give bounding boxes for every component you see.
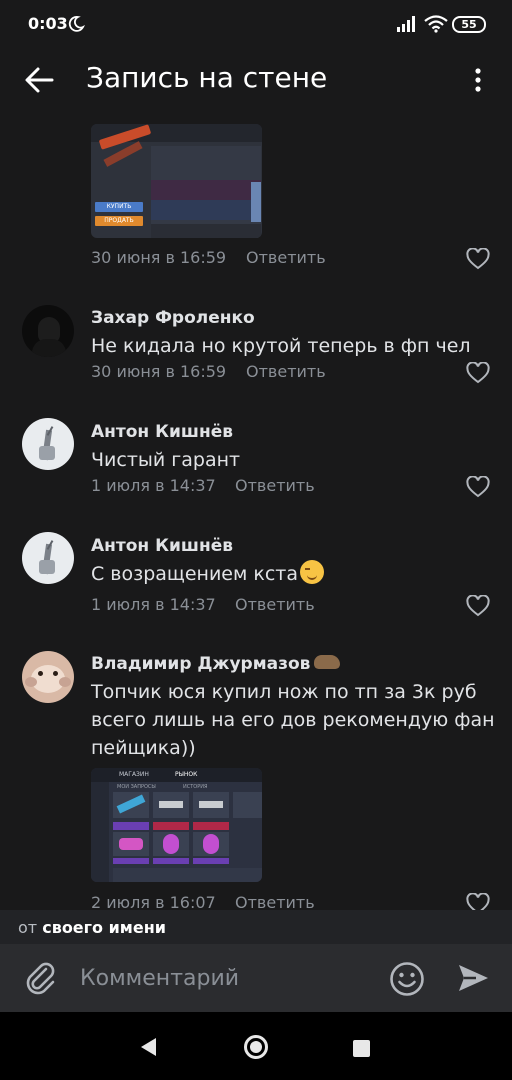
comment-text: С возращением кста [91, 560, 324, 588]
comment-text-line: всего лишь на его дов рекомендую фан [91, 709, 495, 731]
reply-link[interactable]: Ответить [235, 476, 315, 495]
screenshot-market-label: РЫНОК [175, 771, 198, 778]
like-heart-icon[interactable] [466, 248, 490, 270]
comment-text-line: Топчик юся купил нож по тп за 3к руб [91, 681, 477, 703]
nav-back-triangle-icon[interactable] [138, 1036, 158, 1058]
page-title: Запись на стене [86, 61, 328, 94]
comment-date: 2 июля в 16:07 [91, 893, 216, 910]
comment-text: Не кидала но крутой теперь в фп чел [91, 335, 471, 357]
avatar[interactable] [22, 532, 74, 584]
comment-author[interactable]: Захар Фроленко [91, 308, 255, 328]
emoji-smile-icon[interactable] [389, 961, 425, 997]
comment-list[interactable]: КУПИТЬ ПРОДАТЬ 30 июня в 16:59 Ответить … [0, 112, 512, 910]
wifi-icon [424, 15, 448, 33]
status-bar: 0:03 55 [0, 0, 512, 48]
sender-prefix: от [18, 918, 38, 937]
comment-input[interactable] [80, 958, 370, 998]
nav-home-circle-icon[interactable] [243, 1034, 269, 1060]
nav-recents-square-icon[interactable] [353, 1040, 370, 1057]
comment-author[interactable]: Владимир Джурмазов [91, 654, 341, 674]
hedgehog-emoji-icon [314, 655, 341, 669]
comment-date: 1 июля в 14:37 [91, 595, 216, 614]
screenshot-sell-button: ПРОДАТЬ [95, 216, 143, 226]
like-heart-icon[interactable] [466, 362, 490, 384]
sender-name: своего имени [42, 918, 166, 937]
signal-icon [397, 16, 415, 32]
system-nav-bar [0, 1012, 512, 1080]
more-vertical-icon[interactable] [466, 64, 490, 96]
smirk-emoji-icon [300, 560, 324, 584]
app-header: Запись на стене [0, 48, 512, 112]
back-arrow-icon[interactable] [22, 63, 58, 97]
comment-text-line: пейщика)) [91, 737, 196, 759]
like-heart-icon[interactable] [466, 476, 490, 498]
send-arrow-icon[interactable] [456, 962, 490, 994]
sender-bar[interactable]: от своего имени [0, 910, 512, 944]
like-heart-icon[interactable] [466, 893, 490, 910]
status-time: 0:03 [28, 14, 68, 33]
attached-screenshot[interactable]: КУПИТЬ ПРОДАТЬ [91, 124, 262, 238]
comment-composer [0, 944, 512, 1012]
attached-screenshot[interactable]: МАГАЗИН РЫНОК МОИ ЗАПРОСЫ ИСТОРИЯ [91, 768, 262, 882]
avatar[interactable] [22, 418, 74, 470]
attach-paperclip-icon[interactable] [24, 960, 58, 996]
screenshot-history-label: ИСТОРИЯ [183, 784, 208, 790]
screenshot-buy-button: КУПИТЬ [95, 202, 143, 212]
like-heart-icon[interactable] [466, 595, 490, 617]
do-not-disturb-moon-icon [68, 16, 85, 32]
reply-link[interactable]: Ответить [246, 362, 326, 381]
reply-link[interactable]: Ответить [235, 893, 315, 910]
sender-label[interactable]: от своего имени [18, 918, 166, 937]
comment-author[interactable]: Антон Кишнёв [91, 422, 233, 442]
avatar[interactable] [22, 305, 74, 357]
comment-text-content: С возращением кста [91, 563, 298, 585]
comment-text: Чистый гарант [91, 449, 241, 471]
comment-date: 30 июня в 16:59 [91, 362, 227, 381]
reply-link[interactable]: Ответить [246, 248, 326, 267]
comment-author[interactable]: Антон Кишнёв [91, 536, 233, 556]
comment-author-name: Владимир Джурмазов [91, 654, 311, 674]
comment-date: 1 июля в 14:37 [91, 476, 216, 495]
avatar[interactable] [22, 651, 74, 703]
reply-link[interactable]: Ответить [235, 595, 315, 614]
comment-date: 30 июня в 16:59 [91, 248, 227, 267]
battery-indicator: 55 [452, 16, 486, 33]
screenshot-shop-label: МАГАЗИН [119, 771, 149, 778]
screenshot-requests-label: МОИ ЗАПРОСЫ [117, 784, 156, 790]
